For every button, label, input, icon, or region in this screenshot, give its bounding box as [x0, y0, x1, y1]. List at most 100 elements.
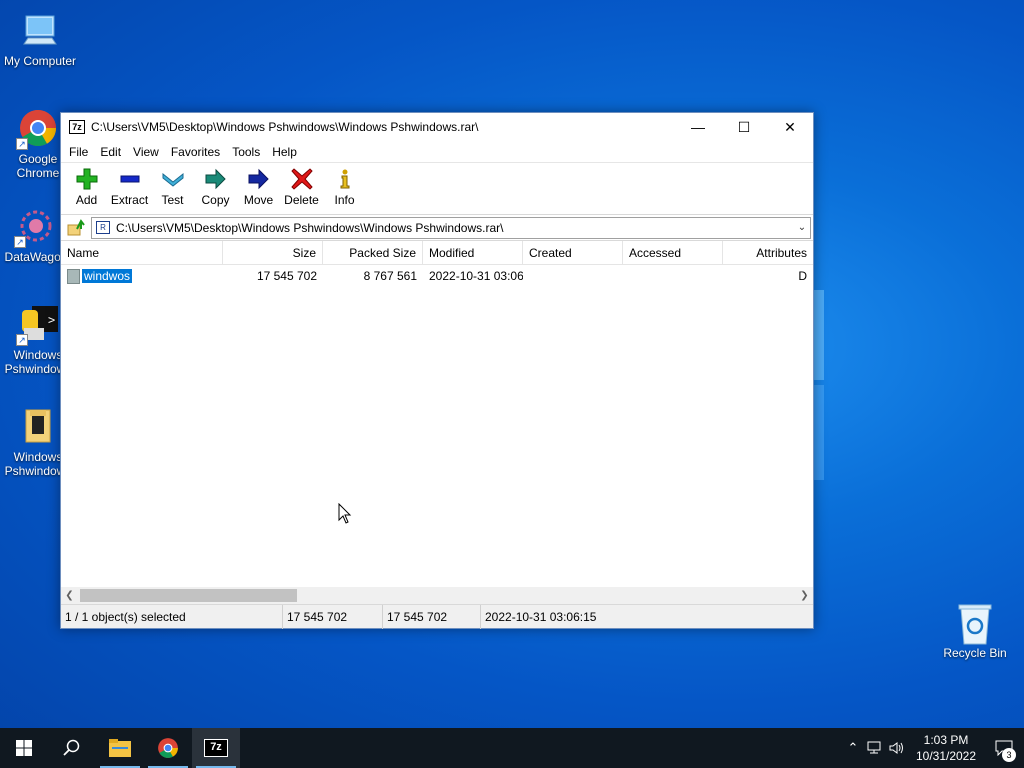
file-list[interactable]: windwos 17 545 702 8 767 561 2022-10-31 …: [61, 265, 813, 602]
column-header-modified[interactable]: Modified: [423, 240, 523, 265]
address-combobox[interactable]: R C:\Users\VM5\Desktop\Windows Pshwindow…: [91, 216, 811, 239]
clock[interactable]: 1:03 PM 10/31/2022: [908, 732, 984, 764]
title-bar[interactable]: 7z C:\Users\VM5\Desktop\Windows Pshwindo…: [61, 113, 813, 141]
menu-bar: File Edit View Favorites Tools Help: [61, 141, 813, 163]
up-folder-button[interactable]: [61, 216, 91, 240]
delete-x-icon: [290, 167, 314, 191]
toolbar: Add Extract Test Copy Move Delete Info: [61, 163, 813, 215]
column-header-size[interactable]: Size: [223, 240, 323, 265]
menu-help[interactable]: Help: [266, 141, 303, 163]
folder-icon: [18, 406, 58, 446]
desktop-icon-label: My Computer: [3, 54, 77, 68]
list-header: Name Size Packed Size Modified Created A…: [61, 240, 813, 265]
column-header-attributes[interactable]: Attributes: [723, 241, 813, 265]
clock-time: 1:03 PM: [923, 733, 969, 747]
mouse-cursor-icon: [338, 503, 352, 524]
taskbar-chrome[interactable]: [144, 728, 192, 768]
scroll-track[interactable]: [78, 589, 796, 602]
delete-button[interactable]: Delete: [280, 163, 323, 207]
shortcut-arrow-icon: ↗: [16, 334, 28, 346]
copy-button[interactable]: Copy: [194, 163, 237, 207]
column-header-accessed[interactable]: Accessed: [623, 240, 723, 265]
info-label: Info: [334, 193, 355, 207]
copy-arrow-icon: [204, 167, 228, 191]
desktop-icon-label: Recycle Bin: [943, 646, 1007, 660]
shortcut-arrow-icon: ↗: [14, 236, 26, 248]
add-label: Add: [75, 193, 98, 207]
desktop-icon-my-computer[interactable]: My Computer: [0, 10, 80, 68]
check-chevron-icon: [161, 167, 185, 191]
column-header-name[interactable]: Name: [61, 240, 223, 265]
delete-label: Delete: [284, 193, 319, 207]
menu-view[interactable]: View: [127, 141, 165, 163]
address-path: C:\Users\VM5\Desktop\Windows Pshwindows\…: [116, 220, 504, 235]
scroll-right-icon[interactable]: ❯: [796, 590, 813, 601]
add-button[interactable]: Add: [65, 163, 108, 207]
address-bar: R C:\Users\VM5\Desktop\Windows Pshwindow…: [61, 215, 813, 241]
move-label: Move: [243, 193, 274, 207]
chevron-down-icon[interactable]: ⌄: [794, 222, 810, 233]
column-header-packed-size[interactable]: Packed Size: [323, 240, 423, 265]
rar-archive-icon: R: [96, 221, 110, 234]
copy-label: Copy: [201, 193, 230, 207]
info-button[interactable]: Info: [323, 163, 366, 207]
status-selected: 1 / 1 object(s) selected: [61, 604, 283, 629]
start-button[interactable]: [0, 728, 48, 768]
search-icon: [63, 739, 80, 756]
menu-tools[interactable]: Tools: [226, 141, 266, 163]
notification-center-button[interactable]: 3: [984, 728, 1024, 768]
window-title: C:\Users\VM5\Desktop\Windows Pshwindows\…: [91, 120, 479, 134]
menu-favorites[interactable]: Favorites: [165, 141, 226, 163]
scroll-left-icon[interactable]: ❮: [61, 590, 78, 601]
scroll-thumb[interactable]: [80, 589, 297, 602]
clock-date: 10/31/2022: [915, 749, 977, 763]
maximize-icon: ☐: [737, 118, 751, 135]
taskbar-7zip[interactable]: 7z: [192, 728, 240, 768]
file-size: 17 545 702: [256, 269, 317, 283]
file-accessed: [623, 265, 723, 287]
status-size: 17 545 702: [283, 604, 383, 629]
test-button[interactable]: Test: [151, 163, 194, 207]
status-bar: 1 / 1 object(s) selected 17 545 702 17 5…: [61, 604, 813, 629]
list-item[interactable]: windwos 17 545 702 8 767 561 2022-10-31 …: [61, 265, 813, 287]
test-label: Test: [161, 193, 184, 207]
file-attributes: D: [798, 269, 807, 283]
chrome-icon: [158, 738, 178, 758]
7zip-window: 7z C:\Users\VM5\Desktop\Windows Pshwindo…: [60, 112, 814, 629]
close-button[interactable]: ✕: [767, 113, 813, 141]
horizontal-scrollbar[interactable]: ❮ ❯: [61, 587, 813, 604]
svg-text:>: >: [48, 313, 55, 327]
file-explorer-icon: [109, 739, 131, 757]
taskbar-file-explorer[interactable]: [96, 728, 144, 768]
minimize-button[interactable]: —: [675, 113, 721, 141]
desktop-icon-recycle-bin[interactable]: Recycle Bin: [935, 602, 1015, 660]
search-button[interactable]: [48, 728, 96, 768]
extract-button[interactable]: Extract: [108, 163, 151, 207]
system-tray: ⌃ 1:03 PM 10/31/2022 3: [842, 728, 1024, 768]
datawagon-icon: ↗: [14, 206, 56, 248]
file-name: windwos: [80, 268, 134, 284]
move-arrow-icon: [247, 167, 271, 191]
move-button[interactable]: Move: [237, 163, 280, 207]
chevron-up-icon[interactable]: ⌃: [842, 728, 864, 768]
shortcut-arrow-icon: ↗: [16, 138, 28, 150]
column-header-created[interactable]: Created: [523, 240, 623, 265]
taskbar: 7z ⌃ 1:03 PM 10/31/2022 3: [0, 728, 1024, 768]
speaker-icon[interactable]: [886, 728, 908, 768]
menu-edit[interactable]: Edit: [94, 141, 127, 163]
extract-label: Extract: [110, 193, 149, 207]
recycle-bin-icon: [955, 602, 995, 645]
maximize-button[interactable]: ☐: [721, 113, 767, 141]
folder-icon: [67, 269, 80, 285]
status-packed: 17 545 702: [383, 604, 481, 629]
up-folder-icon: [67, 218, 85, 235]
menu-file[interactable]: File: [63, 141, 94, 163]
file-packed-size: 8 767 561: [363, 269, 417, 283]
file-created: [523, 265, 623, 287]
plus-icon: [75, 167, 99, 191]
minimize-icon: —: [691, 119, 705, 135]
close-icon: ✕: [784, 118, 796, 135]
network-icon[interactable]: [864, 728, 886, 768]
file-modified: 2022-10-31 03:06: [429, 269, 523, 283]
file-name-cell[interactable]: windwos: [61, 265, 223, 287]
